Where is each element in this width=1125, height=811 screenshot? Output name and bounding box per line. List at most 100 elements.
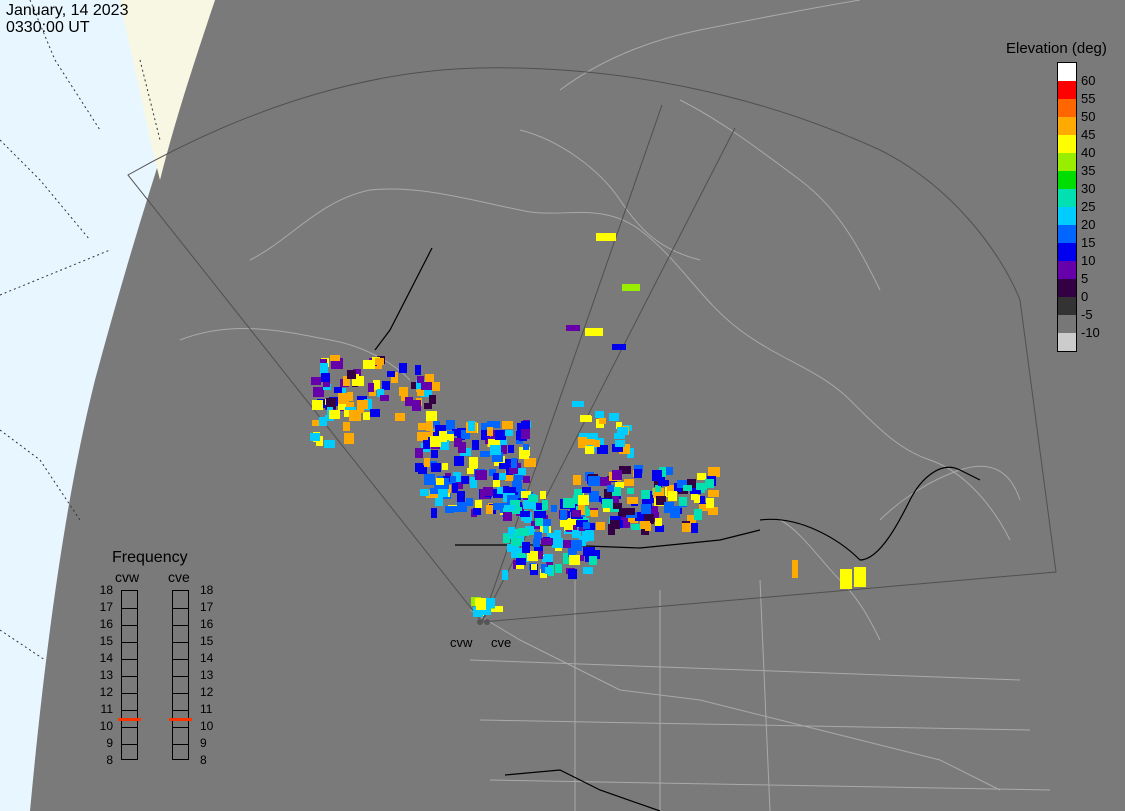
echo-cell — [417, 376, 424, 383]
legend-label: 30 — [1081, 181, 1096, 196]
frequency-tick-right: 14 — [200, 651, 214, 665]
legend-swatch — [1058, 261, 1076, 279]
radar-map — [0, 0, 1057, 811]
frequency-gridline — [173, 727, 188, 728]
frequency-tick-right: 8 — [200, 753, 207, 767]
echo-cell — [415, 365, 421, 375]
echo-cell — [431, 450, 438, 458]
echo-cell — [493, 473, 499, 480]
echo-cell — [683, 485, 692, 491]
echo-cell — [589, 556, 597, 565]
echo-cell — [487, 427, 493, 436]
legend-swatch — [1058, 333, 1076, 351]
legend-label: 10 — [1081, 253, 1096, 268]
echo-cell — [596, 233, 616, 241]
echo-cell — [691, 494, 698, 500]
echo-cell — [426, 421, 433, 431]
legend-swatch — [1058, 99, 1076, 117]
legend-label: 15 — [1081, 235, 1096, 250]
echo-cell — [380, 395, 389, 401]
echo-cell — [502, 421, 513, 429]
echo-cell — [457, 502, 467, 512]
frequency-tick-left: 10 — [99, 719, 113, 733]
echo-cell — [587, 439, 595, 445]
echo-cell — [472, 440, 479, 450]
echo-cell — [545, 567, 552, 574]
echo-cell — [426, 411, 437, 421]
echo-cell — [438, 489, 448, 497]
echo-cell — [583, 547, 595, 556]
echo-cell — [641, 504, 651, 514]
echo-cell — [541, 538, 553, 545]
echo-cell — [399, 387, 408, 396]
echo-cell — [499, 463, 508, 469]
echo-cell — [344, 433, 354, 444]
national-borders — [374, 247, 981, 811]
frequency-tick-right: 16 — [200, 617, 214, 631]
echo-cell — [311, 377, 321, 385]
legend-label: 55 — [1081, 91, 1096, 106]
frequency-tick-right: 10 — [200, 719, 214, 733]
echo-cell — [447, 434, 454, 441]
echo-cell — [454, 456, 464, 466]
echo-cell — [555, 564, 562, 573]
frequency-radar-cve: cve — [168, 569, 190, 585]
frequency-column-cvw — [118, 590, 141, 760]
echo-cell — [542, 500, 548, 510]
echo-cell — [533, 539, 540, 547]
echo-cell — [475, 500, 482, 508]
echo-cell — [641, 490, 650, 499]
legend-label: 20 — [1081, 217, 1096, 232]
echo-cell — [542, 556, 553, 562]
echo-cell — [595, 411, 604, 418]
echo-cell — [475, 598, 486, 606]
frequency-tick-left: 16 — [99, 617, 113, 631]
frequency-gridline — [122, 608, 137, 609]
frequency-tick-right: 17 — [200, 600, 214, 614]
echo-cell — [560, 510, 567, 520]
radar-label-cvw: cvw — [450, 635, 473, 650]
echo-cell — [375, 358, 384, 365]
echo-cell — [572, 510, 581, 517]
frequency-tick-left: 11 — [100, 702, 113, 716]
frequency-gridline — [122, 727, 137, 728]
echo-cell — [521, 421, 530, 430]
echo-cell — [446, 420, 455, 430]
echo-cell — [521, 429, 530, 439]
echo-cell — [313, 387, 324, 397]
echo-cell — [627, 497, 638, 504]
echo-cell — [627, 488, 634, 494]
echo-cell — [655, 485, 661, 492]
echo-cell — [349, 410, 361, 421]
echo-cell — [617, 427, 628, 435]
legend-label: 40 — [1081, 145, 1096, 160]
echo-cell — [399, 363, 407, 373]
echo-cell — [607, 485, 614, 492]
echo-cell — [583, 567, 593, 574]
frequency-gridline — [122, 625, 137, 626]
echo-cell — [483, 487, 493, 496]
frequency-marker-cve — [169, 718, 192, 721]
echo-cell — [528, 495, 538, 502]
frequency-tick-left: 14 — [99, 651, 113, 665]
echo-cell — [588, 476, 600, 486]
echo-cell — [697, 473, 706, 480]
echo-cell — [609, 413, 619, 421]
echo-cell — [425, 374, 434, 382]
legend-swatch — [1058, 243, 1076, 261]
echo-cell — [368, 383, 374, 392]
legend-swatch — [1058, 297, 1076, 315]
echo-cell — [429, 395, 436, 404]
echo-cell — [562, 540, 572, 548]
echo-cell — [854, 567, 866, 587]
radar-label-cve: cve — [491, 635, 512, 650]
echo-cell — [542, 519, 551, 526]
echo-cell — [613, 503, 622, 509]
date-label: January, 14 2023 — [6, 2, 129, 19]
echo-cell — [583, 522, 590, 529]
echo-cell — [412, 400, 421, 411]
echo-cell — [329, 410, 340, 419]
frequency-tick-left: 9 — [106, 736, 113, 750]
echo-cell — [565, 523, 573, 530]
legend-swatch — [1058, 279, 1076, 297]
